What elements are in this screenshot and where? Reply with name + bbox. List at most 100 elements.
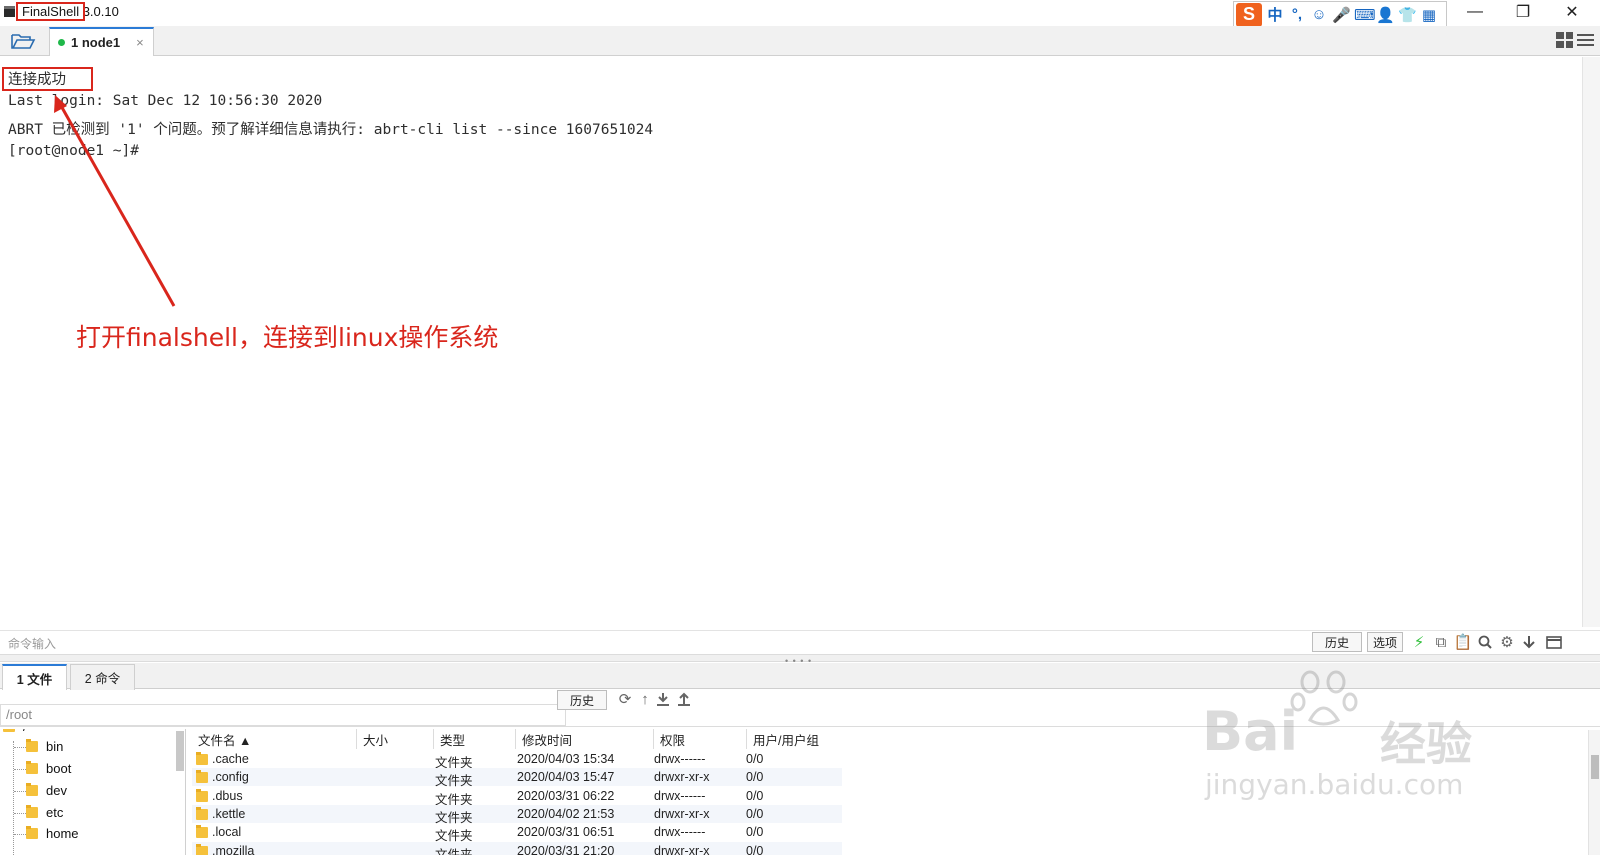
- file-cell-owner: 0/0: [746, 770, 764, 785]
- file-cell-name: .cache: [212, 752, 249, 766]
- file-cell-name: .local: [212, 825, 242, 840]
- ime-emoji-icon[interactable]: ☺: [1310, 6, 1328, 23]
- column-header-permission[interactable]: 权限: [654, 729, 747, 749]
- file-row[interactable]: .mozilla 文件夹 2020/03/31 21:20 drwxr-xr-x 0/0: [192, 841, 842, 855]
- file-cell-owner: 0/0: [746, 825, 764, 840]
- ime-menu-icon[interactable]: ▦: [1420, 6, 1438, 24]
- up-directory-icon[interactable]: ↑: [636, 690, 654, 708]
- file-row[interactable]: .cache 文件夹 2020/04/03 15:34 drwx------ 0/0: [192, 750, 842, 770]
- file-row[interactable]: .dbus 文件夹 2020/03/31 06:22 drwx------ 0/0: [192, 787, 842, 807]
- file-cell-perm: drwxr-xr-x: [654, 806, 710, 821]
- file-cell-owner: 0/0: [746, 843, 764, 855]
- tree-item-label: dev: [46, 783, 67, 798]
- directory-tree[interactable]: / bin boot dev etc home: [0, 729, 186, 855]
- title-bar: FinalShell 3.0.10 S 中 °, ☺ 🎤 ⌨ 👤 👕 ▦ — ❐…: [0, 0, 1600, 28]
- ime-user-icon[interactable]: 👤: [1376, 6, 1395, 24]
- tree-item-root[interactable]: /: [3, 729, 27, 734]
- terminal-line-last-login: Last login: Sat Dec 12 10:56:30 2020: [8, 93, 323, 109]
- file-cell-modified: 2020/04/02 21:53: [517, 806, 615, 821]
- ime-punctuation[interactable]: °,: [1288, 6, 1306, 23]
- search-icon[interactable]: [1476, 633, 1494, 651]
- folder-icon: [26, 826, 38, 839]
- file-row[interactable]: .kettle 文件夹 2020/04/02 21:53 drwxr-xr-x 0/0: [192, 804, 842, 825]
- annotation-text: 打开finalshell，连接到linux操作系统: [76, 323, 499, 352]
- session-tab-bar: 1 node1 ×: [0, 26, 1600, 56]
- tab-commands[interactable]: 2 命令: [70, 664, 135, 690]
- path-input[interactable]: /root: [0, 704, 566, 726]
- column-header-type[interactable]: 类型: [434, 729, 516, 749]
- path-history-button[interactable]: 历史: [557, 690, 607, 710]
- column-header-owner[interactable]: 用户/用户组: [747, 729, 842, 749]
- watermark-url: jingyan.baidu.com: [1205, 768, 1464, 801]
- folder-icon: [196, 825, 208, 839]
- file-cell-perm: drwx------: [654, 788, 706, 803]
- title-highlight-box: [16, 2, 85, 21]
- session-tab-label: 1 node1: [71, 35, 121, 50]
- layout-controls: [1556, 32, 1594, 48]
- folder-icon: [26, 761, 38, 774]
- file-cell-name: .kettle: [212, 806, 246, 821]
- close-button[interactable]: ✕: [1557, 2, 1587, 22]
- restore-button[interactable]: ❐: [1508, 2, 1538, 22]
- paw-logo-icon: [1290, 670, 1358, 726]
- command-input-placeholder[interactable]: 命令输入: [8, 635, 56, 652]
- minimize-button[interactable]: —: [1460, 2, 1490, 22]
- file-cell-modified: 2020/04/03 15:34: [517, 752, 615, 766]
- arrow-down-icon[interactable]: [1520, 633, 1538, 651]
- sogou-logo-icon[interactable]: S: [1236, 2, 1262, 27]
- file-cell-name: .dbus: [212, 788, 243, 803]
- folder-icon: [196, 770, 208, 784]
- file-cell-owner: 0/0: [746, 788, 764, 803]
- column-header-modified[interactable]: 修改时间: [516, 729, 654, 749]
- file-table-scrollbar[interactable]: [1588, 730, 1600, 855]
- paste-icon[interactable]: 📋: [1454, 633, 1473, 651]
- copy-icon[interactable]: ⧉: [1432, 633, 1450, 651]
- options-button[interactable]: 选项: [1367, 632, 1403, 652]
- app-logo-icon: [4, 6, 15, 17]
- tree-item-label: bin: [46, 739, 64, 754]
- terminal-line-abrt: ABRT 已检测到 '1' 个问题。预了解详细信息请执行: abrt-cli l…: [8, 122, 654, 138]
- column-header-size[interactable]: 大小: [357, 729, 434, 749]
- maximize-panel-icon[interactable]: [1545, 633, 1563, 651]
- folder-icon: [3, 729, 15, 732]
- file-cell-modified: 2020/04/03 15:47: [517, 770, 615, 785]
- file-row[interactable]: .config 文件夹 2020/04/03 15:47 drwxr-xr-x 0/0: [192, 768, 842, 788]
- lightning-icon[interactable]: ⚡: [1410, 633, 1428, 651]
- upload-icon[interactable]: [675, 690, 693, 708]
- session-tab-node1[interactable]: 1 node1 ×: [49, 27, 154, 56]
- tree-item-etc[interactable]: etc: [26, 805, 63, 820]
- tree-item-boot[interactable]: boot: [26, 761, 71, 776]
- terminal-scrollbar[interactable]: [1582, 57, 1600, 627]
- tree-item-home[interactable]: home: [26, 826, 79, 841]
- download-icon[interactable]: [654, 690, 672, 708]
- connected-highlight-box: [2, 67, 93, 91]
- file-cell-type: 文件夹: [435, 847, 473, 855]
- tree-item-dev[interactable]: dev: [26, 783, 67, 798]
- folder-icon: [26, 805, 38, 818]
- watermark-brand-cn: 经验: [1380, 717, 1472, 771]
- refresh-icon[interactable]: ⟳: [616, 690, 634, 708]
- tree-item-bin[interactable]: bin: [26, 739, 63, 754]
- column-header-name[interactable]: 文件名 ▲: [192, 729, 357, 749]
- grid-layout-icon[interactable]: [1556, 32, 1573, 48]
- ime-toolbar[interactable]: S 中 °, ☺ 🎤 ⌨ 👤 👕 ▦: [1233, 1, 1447, 28]
- ime-skin-icon[interactable]: 👕: [1398, 6, 1417, 24]
- command-input-bar[interactable]: 命令输入 历史 选项 ⚡ ⧉ 📋 ⚙: [0, 630, 1600, 652]
- ime-voice-icon[interactable]: 🎤: [1332, 6, 1351, 24]
- file-cell-owner: 0/0: [746, 752, 764, 766]
- gear-icon[interactable]: ⚙: [1498, 633, 1516, 651]
- ime-keyboard-icon[interactable]: ⌨: [1354, 6, 1376, 24]
- folder-icon: [196, 806, 208, 820]
- tree-item-label: boot: [46, 761, 72, 776]
- tree-scrollbar[interactable]: [176, 731, 184, 771]
- tree-item-label: /: [23, 729, 27, 734]
- command-history-button[interactable]: 历史: [1312, 632, 1362, 652]
- menu-icon[interactable]: [1577, 32, 1594, 48]
- ime-chinese-mode[interactable]: 中: [1266, 4, 1284, 25]
- panel-splitter[interactable]: • • • •: [0, 654, 1600, 666]
- tab-files[interactable]: 1 文件: [2, 664, 67, 690]
- close-tab-icon[interactable]: ×: [136, 35, 144, 50]
- connected-status-icon: [58, 39, 65, 46]
- file-row[interactable]: .local 文件夹 2020/03/31 06:51 drwx------ 0/0: [192, 823, 842, 843]
- open-folder-icon[interactable]: [10, 31, 36, 51]
